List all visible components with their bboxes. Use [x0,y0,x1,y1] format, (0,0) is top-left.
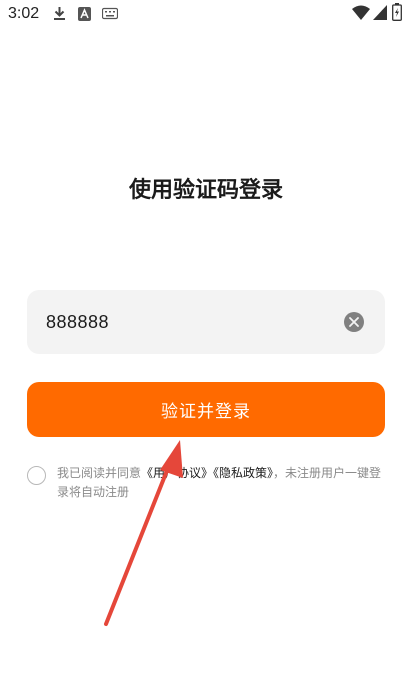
close-icon [349,317,359,327]
signal-icon [373,5,387,24]
agreement-prefix: 我已阅读并同意 [57,466,142,480]
wifi-icon [352,5,370,24]
verification-code-input[interactable] [46,308,336,336]
font-a-icon [78,6,91,25]
privacy-policy-link[interactable]: 《隐私政策》 [213,466,273,480]
status-time: 3:02 [8,5,40,22]
page-title: 使用验证码登录 [128,178,283,203]
clear-input-button[interactable] [344,312,364,332]
keyboard-icon [101,6,119,25]
status-bar: 3:02 [0,0,412,30]
verification-code-field [27,290,385,354]
download-icon [53,6,66,25]
agreement-checkbox[interactable] [27,466,46,485]
agreement-text: 我已阅读并同意《用户协议》《隐私政策》，未注册用户一键登录将自动注册 [57,464,387,502]
battery-icon [392,3,402,25]
verify-and-login-button[interactable]: 验证并登录 [27,382,385,437]
user-agreement-link[interactable]: 《用户协议》 [141,466,213,480]
